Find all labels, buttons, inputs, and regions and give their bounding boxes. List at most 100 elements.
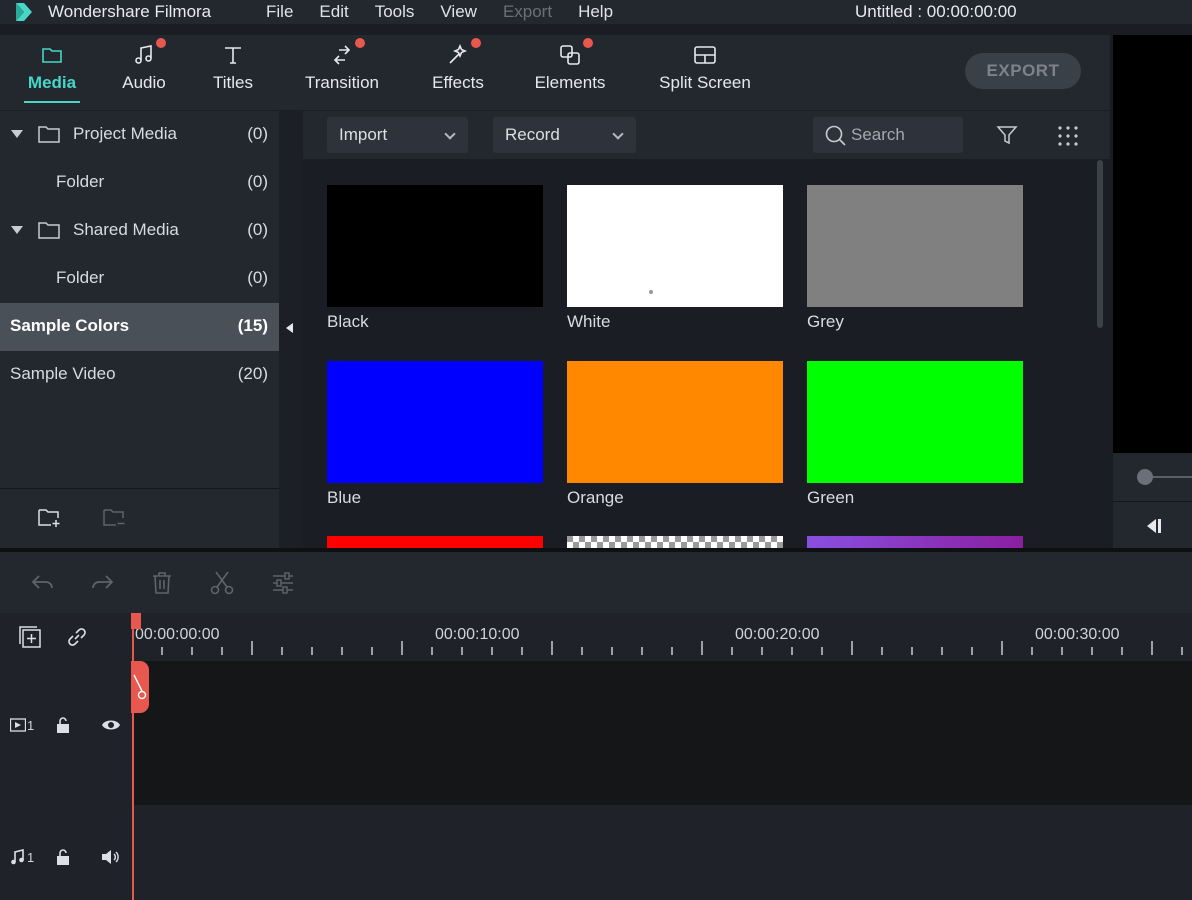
sidebar-item-sample-video[interactable]: Sample Video (20) — [0, 351, 279, 399]
preview-progress-handle[interactable] — [1137, 469, 1153, 485]
collapse-arrow-icon — [286, 323, 293, 333]
undo-icon[interactable] — [30, 570, 56, 596]
ruler-time-label: 00:00:00:00 — [135, 626, 220, 643]
media-item-orange[interactable]: Orange — [567, 361, 783, 508]
tab-effects-label: Effects — [432, 73, 484, 92]
thumbnail — [327, 361, 543, 483]
title-bar: Wondershare Filmora File Edit Tools View… — [0, 0, 1192, 24]
export-button[interactable]: EXPORT — [965, 53, 1081, 89]
unlock-icon[interactable] — [55, 848, 71, 866]
music-note-icon — [135, 45, 152, 64]
timeline-toolbar — [0, 552, 1192, 613]
menu-bar: File Edit Tools View Export Help — [266, 2, 639, 22]
media-item-transparent[interactable] — [567, 536, 783, 548]
thumbnail — [567, 185, 783, 307]
media-item-blue[interactable]: Blue — [327, 361, 543, 508]
music-note-icon — [11, 849, 24, 865]
media-item-gradient[interactable] — [807, 536, 1023, 548]
import-dropdown[interactable]: Import — [327, 117, 468, 153]
media-sidebar: Project Media (0) Folder (0) Shared Medi… — [0, 111, 279, 548]
media-item-red[interactable] — [327, 536, 543, 548]
redo-icon[interactable] — [89, 570, 115, 596]
tab-elements[interactable]: Elements — [527, 35, 613, 110]
tool-tabs: Media Audio Titles Transition Effects El… — [0, 35, 1110, 110]
sidebar-item-count: (20) — [237, 364, 268, 383]
tab-titles[interactable]: Titles — [200, 35, 266, 110]
sidebar-item-project-media[interactable]: Project Media (0) — [0, 111, 279, 159]
thumbnail — [567, 361, 783, 483]
sidebar-item-shared-folder[interactable]: Folder (0) — [0, 255, 279, 303]
record-dropdown-label: Record — [505, 125, 560, 144]
tab-audio[interactable]: Audio — [110, 35, 178, 110]
media-item-grey[interactable]: Grey — [807, 185, 1023, 332]
trash-icon[interactable] — [149, 570, 175, 596]
cursor-dot — [649, 290, 653, 294]
menu-edit[interactable]: Edit — [319, 2, 348, 22]
playhead-cut-button[interactable] — [131, 661, 149, 713]
tab-effects[interactable]: Effects — [424, 35, 492, 110]
filmora-logo-icon — [16, 3, 32, 21]
transition-icon — [333, 45, 351, 65]
media-item-white[interactable]: White — [567, 185, 783, 332]
active-tab-underline — [24, 101, 80, 103]
text-icon — [225, 47, 241, 64]
timeline-ruler[interactable]: 00:00:00:00 00:00:10:00 00:00:20:00 00:0… — [0, 613, 1192, 661]
audio-track[interactable]: 1 — [0, 805, 1192, 900]
media-item-label: Grey — [807, 312, 844, 331]
sidebar-collapse-handle[interactable] — [279, 111, 303, 548]
tab-media[interactable]: Media — [17, 35, 87, 110]
menu-view[interactable]: View — [440, 2, 477, 22]
search-input[interactable] — [851, 124, 957, 146]
video-track-icon — [10, 718, 26, 732]
menu-tools[interactable]: Tools — [375, 2, 415, 22]
tab-split-screen[interactable]: Split Screen — [652, 35, 758, 110]
remove-folder-icon[interactable] — [103, 507, 127, 529]
sidebar-item-shared-media[interactable]: Shared Media (0) — [0, 207, 279, 255]
transition-badge — [355, 38, 365, 48]
menu-file[interactable]: File — [266, 2, 293, 22]
tab-elements-label: Elements — [534, 73, 606, 92]
ruler-time-label: 00:00:20:00 — [735, 626, 820, 643]
record-dropdown[interactable]: Record — [493, 117, 636, 153]
media-item-label: Green — [807, 488, 855, 507]
expand-triangle-icon[interactable] — [11, 130, 23, 138]
sidebar-item-label: Folder — [56, 268, 105, 287]
scissors-icon[interactable] — [209, 570, 235, 596]
sidebar-item-sample-colors[interactable]: Sample Colors (15) — [0, 303, 279, 351]
media-item-green[interactable]: Green — [807, 361, 1023, 508]
video-track[interactable] — [0, 661, 1192, 805]
media-scrollbar[interactable] — [1097, 160, 1103, 328]
adjust-sliders-icon[interactable] — [270, 570, 296, 596]
playhead[interactable] — [132, 613, 134, 900]
tab-titles-label: Titles — [213, 73, 253, 92]
menu-help[interactable]: Help — [578, 2, 613, 22]
expand-triangle-icon[interactable] — [11, 226, 23, 234]
tab-split-screen-label: Split Screen — [659, 73, 751, 92]
tab-transition[interactable]: Transition — [296, 35, 388, 110]
split-screen-icon — [694, 46, 716, 64]
previous-frame-icon[interactable] — [1145, 517, 1163, 535]
import-dropdown-label: Import — [339, 125, 388, 144]
tab-media-label: Media — [27, 73, 77, 92]
preview-controls — [1113, 453, 1192, 548]
speaker-icon[interactable] — [101, 849, 119, 865]
sidebar-item-label: Project Media — [73, 124, 177, 143]
elements-icon — [560, 45, 580, 65]
new-folder-icon[interactable] — [38, 507, 62, 529]
ruler-time-label: 00:00:30:00 — [1035, 626, 1120, 643]
grid-view-icon[interactable] — [1057, 125, 1079, 147]
filter-icon[interactable] — [996, 124, 1018, 146]
folder-icon — [42, 48, 62, 63]
unlock-icon[interactable] — [55, 716, 71, 734]
chevron-down-icon — [612, 128, 624, 140]
media-item-black[interactable]: Black — [327, 185, 543, 332]
media-item-label: Orange — [567, 488, 624, 507]
search-box[interactable] — [813, 117, 963, 153]
sidebar-footer — [0, 489, 279, 548]
menu-export[interactable]: Export — [503, 2, 552, 22]
video-track-header: 1 — [0, 661, 132, 805]
eye-icon[interactable] — [101, 718, 121, 732]
playhead-handle[interactable] — [131, 613, 141, 629]
audio-badge — [156, 38, 166, 48]
sidebar-item-project-folder[interactable]: Folder (0) — [0, 159, 279, 207]
